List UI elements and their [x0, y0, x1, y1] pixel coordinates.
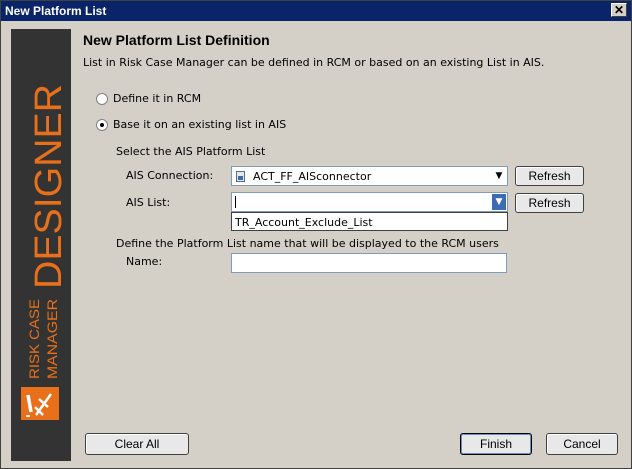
chevron-down-icon[interactable]: ▼: [492, 194, 506, 210]
text-caret: [235, 196, 236, 208]
finish-button[interactable]: Finish: [460, 433, 532, 455]
ais-list-select[interactable]: ▼: [231, 192, 508, 212]
name-section-label: Define the Platform List name that will …: [116, 237, 499, 250]
brand-risk-case-text: RISK CASE: [26, 299, 42, 379]
brand-sidebar: DESIGNER RISK CASE MANAGER: [11, 29, 71, 461]
connector-icon: [236, 171, 245, 182]
brand-designer-text: DESIGNER: [28, 84, 70, 289]
dialog-window: New Platform List ✕ DESIGNER RISK CASE M…: [0, 0, 632, 469]
name-input[interactable]: [231, 253, 507, 273]
refresh-list-button[interactable]: Refresh: [515, 193, 584, 213]
ais-section-label: Select the AIS Platform List: [116, 145, 266, 158]
option-define-in-rcm[interactable]: Define it in RCM: [96, 92, 201, 105]
clear-all-button[interactable]: Clear All: [85, 433, 189, 455]
ais-list-label: AIS List:: [126, 196, 171, 209]
cancel-button[interactable]: Cancel: [546, 433, 618, 455]
radio-base-on-ais[interactable]: [96, 118, 108, 131]
option-base-on-ais[interactable]: Base it on an existing list in AIS: [96, 118, 286, 131]
brand-logo: DESIGNER RISK CASE MANAGER: [21, 84, 70, 420]
brand-manager-text: MANAGER: [44, 299, 60, 379]
chevron-down-icon[interactable]: ▼: [492, 168, 506, 184]
ais-connection-value: ACT_FF_AISconnector: [253, 170, 372, 183]
page-title: New Platform List Definition: [83, 32, 270, 48]
window-title: New Platform List: [5, 4, 107, 18]
rcm-logo-icon: [21, 387, 59, 420]
dropdown-option[interactable]: TR_Account_Exclude_List: [235, 216, 373, 229]
refresh-connection-button[interactable]: Refresh: [515, 166, 584, 186]
name-label: Name:: [126, 255, 163, 268]
title-bar[interactable]: New Platform List ✕: [1, 1, 631, 21]
option-label: Define it in RCM: [113, 92, 202, 105]
page-description: List in Risk Case Manager can be defined…: [83, 56, 545, 69]
close-button[interactable]: ✕: [611, 3, 627, 17]
radio-define-in-rcm[interactable]: [96, 92, 108, 105]
ais-list-dropdown: TR_Account_Exclude_List: [231, 212, 508, 231]
ais-connection-label: AIS Connection:: [126, 169, 214, 182]
ais-connection-select[interactable]: ACT_FF_AISconnector ▼: [231, 166, 508, 186]
option-label: Base it on an existing list in AIS: [113, 118, 287, 131]
